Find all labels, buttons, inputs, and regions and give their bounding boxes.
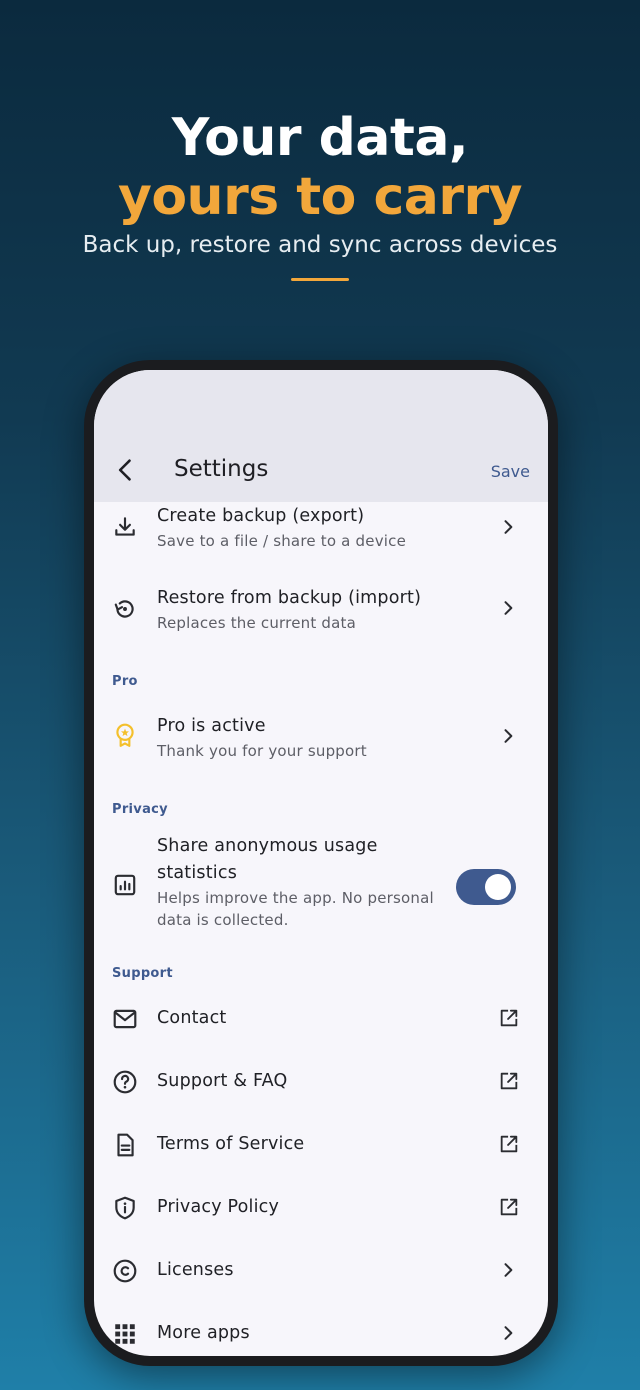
- restore-backup-subtitle: Replaces the current data: [157, 614, 356, 632]
- phone-frame: Settings Save Create backup (export) Sav…: [84, 360, 558, 1366]
- hero-title-line1: Your data,: [171, 108, 469, 168]
- help-icon: [113, 1070, 137, 1094]
- chevron-right-icon: [504, 601, 513, 615]
- pro-status-row[interactable]: Pro is active Thank you for your support: [94, 702, 548, 790]
- award-icon: [116, 723, 134, 747]
- create-backup-row[interactable]: Create backup (export) Save to a file / …: [94, 502, 548, 582]
- chart-icon: [114, 874, 136, 896]
- usage-statistics-subtitle-line1: Helps improve the app. No personal: [157, 889, 434, 907]
- pro-status-subtitle: Thank you for your support: [157, 742, 367, 760]
- support-item-faq[interactable]: Support & FAQ: [94, 1051, 548, 1114]
- external-link-icon: [500, 1198, 518, 1216]
- create-backup-title: Create backup (export): [157, 506, 365, 526]
- support-item-label: Privacy Policy: [157, 1197, 280, 1217]
- restore-backup-row[interactable]: Restore from backup (import) Replaces th…: [94, 582, 548, 662]
- hero-title-line2: yours to carry: [117, 167, 523, 227]
- section-label-privacy: Privacy: [112, 802, 168, 817]
- pro-status-title: Pro is active: [157, 716, 266, 736]
- support-item-more-apps[interactable]: More apps: [94, 1303, 548, 1356]
- external-link-icon: [500, 1009, 518, 1027]
- support-item-privacy-policy[interactable]: Privacy Policy: [94, 1177, 548, 1240]
- usage-statistics-subtitle-line2: data is collected.: [157, 911, 289, 929]
- external-link-icon: [500, 1135, 518, 1153]
- support-item-label: Support & FAQ: [157, 1071, 288, 1091]
- chevron-right-icon: [504, 1326, 513, 1340]
- download-icon: [115, 517, 135, 536]
- document-icon: [117, 1133, 134, 1157]
- support-item-label: Contact: [157, 1008, 227, 1028]
- usage-statistics-toggle[interactable]: [456, 869, 516, 905]
- usage-statistics-row[interactable]: Share anonymous usage statistics Helps i…: [94, 828, 548, 946]
- chevron-right-icon: [504, 729, 513, 743]
- support-item-label: More apps: [157, 1323, 250, 1343]
- chevron-right-icon: [504, 1263, 513, 1277]
- usage-statistics-title-line1: Share anonymous usage: [157, 836, 378, 856]
- phone-screen: Settings Save Create backup (export) Sav…: [94, 370, 548, 1356]
- support-item-licenses[interactable]: Licenses: [94, 1240, 548, 1303]
- apps-grid-icon: [115, 1324, 135, 1344]
- create-backup-subtitle: Save to a file / share to a device: [157, 532, 407, 550]
- usage-statistics-title-line2: statistics: [157, 863, 238, 883]
- restore-icon: [114, 600, 134, 618]
- section-label-support: Support: [112, 966, 173, 981]
- hero: Your data, yours to carry Back up, resto…: [0, 108, 640, 281]
- support-item-contact[interactable]: Contact: [94, 988, 548, 1051]
- page-title: Settings: [174, 456, 269, 482]
- toggle-knob: [485, 874, 511, 900]
- settings-list: Create backup (export) Save to a file / …: [94, 502, 548, 1356]
- external-link-icon: [500, 1072, 518, 1090]
- app-bar: Settings Save: [94, 370, 548, 502]
- mail-icon: [113, 1009, 137, 1029]
- copyright-icon: [113, 1259, 137, 1283]
- save-button[interactable]: Save: [491, 462, 530, 481]
- hero-divider: [291, 278, 349, 281]
- support-item-terms[interactable]: Terms of Service: [94, 1114, 548, 1177]
- support-item-label: Terms of Service: [157, 1134, 305, 1154]
- support-item-label: Licenses: [157, 1260, 234, 1280]
- chevron-right-icon: [504, 520, 513, 534]
- back-arrow-icon[interactable]: [112, 456, 140, 484]
- section-label-pro: Pro: [112, 674, 138, 689]
- hero-subtitle: Back up, restore and sync across devices: [82, 232, 558, 258]
- restore-backup-title: Restore from backup (import): [157, 588, 422, 608]
- shield-info-icon: [115, 1196, 135, 1220]
